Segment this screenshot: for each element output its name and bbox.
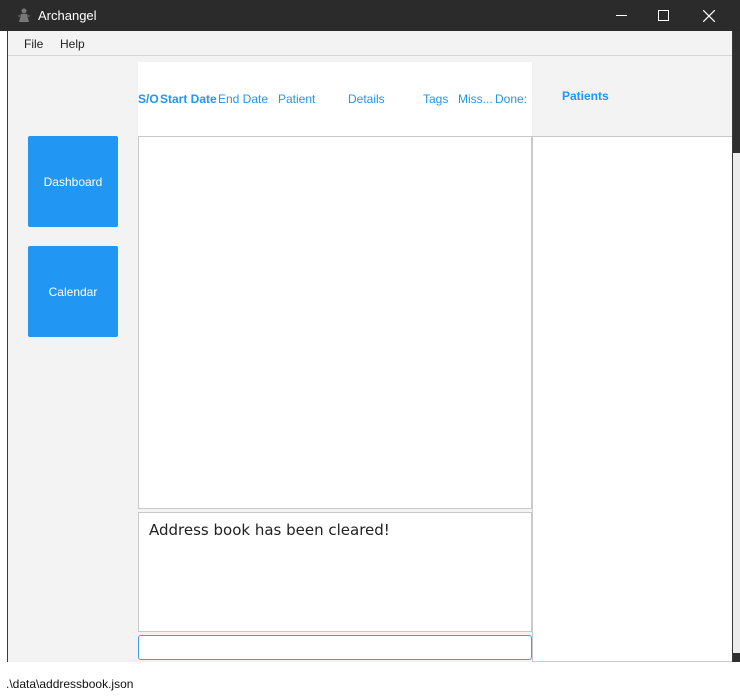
menu-bar: File Help [8,31,732,56]
calendar-button[interactable]: Calendar [28,246,118,337]
window-edge [733,0,740,662]
patients-title: Patients [562,89,609,103]
command-input[interactable] [138,635,532,660]
column-header-end-date[interactable]: End Date [218,92,278,106]
close-button[interactable] [686,0,732,31]
dashboard-button[interactable]: Dashboard [28,136,118,227]
save-location: .\data\addressbook.json [6,677,134,691]
appointment-list[interactable] [138,136,532,509]
result-display[interactable]: Address book has been cleared! [138,512,532,632]
column-header-patient[interactable]: Patient [278,92,338,106]
column-header-so[interactable]: S/O [138,92,162,106]
column-header-tags[interactable]: Tags [423,92,463,106]
column-header-details[interactable]: Details [348,92,408,106]
title-bar[interactable]: Archangel [0,0,740,31]
close-icon [703,9,715,22]
archangel-app-icon [17,8,31,22]
column-header-missed[interactable]: Miss... [458,92,498,106]
minimize-icon [615,15,627,16]
maximize-button[interactable] [640,0,686,31]
column-header-done[interactable]: Done: [495,92,527,106]
status-bar: .\data\addressbook.json [0,662,740,700]
patient-list[interactable] [532,136,732,662]
appointments-header: S/O Start Date End Date Patient Details … [138,62,532,136]
menu-help[interactable]: Help [60,37,85,51]
menu-file[interactable]: File [24,37,43,51]
minimize-button[interactable] [598,0,644,31]
window-title: Archangel [38,8,97,23]
maximize-icon [657,10,669,21]
column-header-start-date[interactable]: Start Date [160,92,220,106]
